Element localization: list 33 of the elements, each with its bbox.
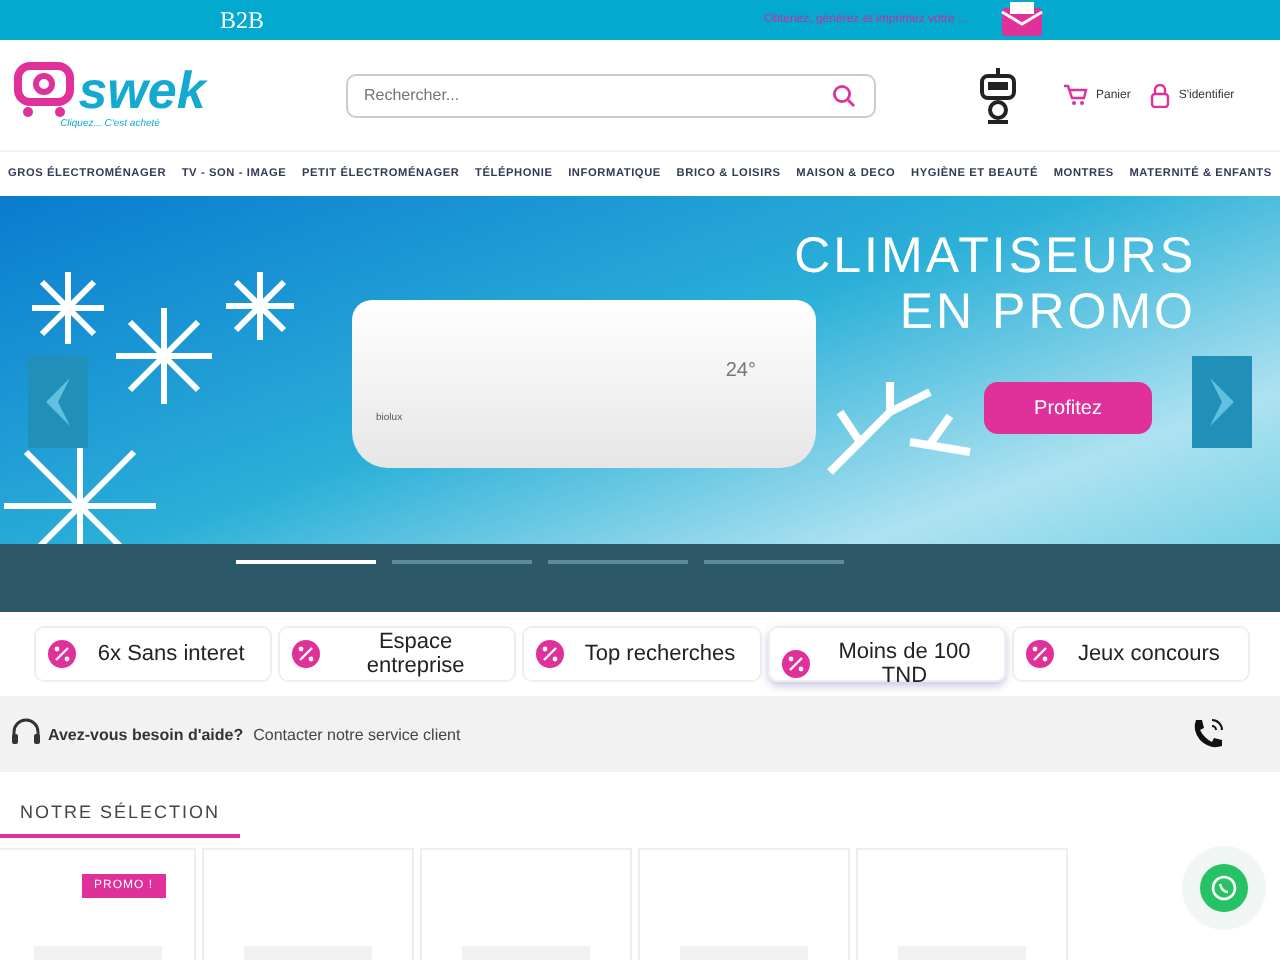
percent-icon [1025,640,1054,668]
quick-link[interactable]: Moins de 100 TND [767,626,1006,682]
banner-title: EN PROMO [899,284,1196,340]
robot-icon[interactable] [976,65,1020,125]
phone-icon[interactable] [1190,716,1226,752]
quick-link[interactable]: Espace entreprise [278,626,517,682]
percent-icon [536,640,565,668]
lock-icon[interactable] [1150,83,1171,107]
quick-link[interactable]: Jeux concours [1011,626,1251,682]
slide-indicator[interactable] [392,560,532,564]
cart-icon[interactable] [1064,84,1088,106]
temperature-display: 24° [725,360,756,382]
contact-link[interactable]: Contacter notre service client [253,725,461,743]
profitez-button[interactable]: Profitez [984,382,1152,434]
chat-button[interactable] [1200,864,1248,912]
cart-logo-icon [14,61,75,117]
search-icon[interactable] [832,83,856,107]
search-field[interactable]: Rechercher... [346,73,876,117]
logo-text: swek [78,63,206,115]
banner-title: CLIMATISEURS [794,228,1196,284]
quick-link[interactable]: 6x Sans interet [34,626,273,682]
headset-icon [10,718,42,750]
slide-indicator[interactable] [704,560,844,564]
percent-icon [781,650,810,678]
slide-indicator[interactable] [548,560,688,564]
envelope-icon[interactable] [1000,2,1044,38]
slide-indicator[interactable] [236,560,376,564]
help-question: Avez-vous besoin d'aide? [48,725,244,743]
percent-icon [292,640,321,668]
section-tab[interactable]: NOTRE SÉLECTION [0,796,241,838]
percent-icon [48,640,76,668]
quick-link[interactable]: Top recherches [522,626,762,682]
chat-icon [1210,874,1238,902]
